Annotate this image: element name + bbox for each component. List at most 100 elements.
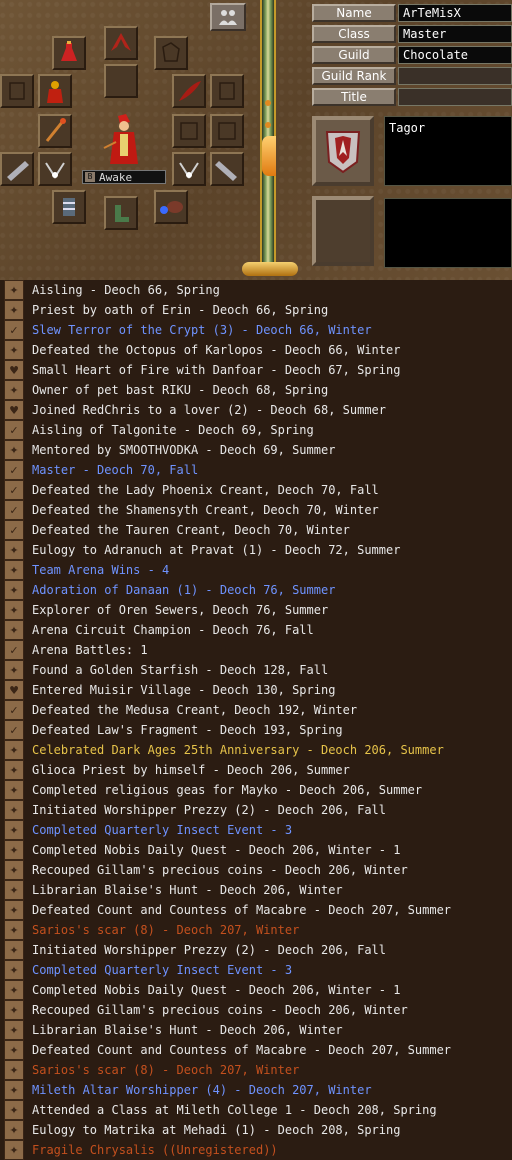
legend-row: ✦ Completed Quarterly Insect Event - 3 bbox=[0, 820, 512, 840]
title-value bbox=[398, 88, 512, 106]
legend-row: ✦ Defeated Count and Countess of Macabre … bbox=[0, 900, 512, 920]
legend-row: ✦ Completed Nobis Daily Quest - Deoch 206… bbox=[0, 840, 512, 860]
legend-text: Arena Circuit Champion - Deoch 76, Fall bbox=[32, 623, 314, 637]
scroll-mark-icon: ✦ bbox=[4, 620, 24, 640]
equip-slot-helmet[interactable] bbox=[104, 26, 138, 60]
legend-row: ✓ Arena Battles: 1 bbox=[0, 640, 512, 660]
class-emblem-frame bbox=[312, 116, 374, 186]
equip-slot-armor[interactable] bbox=[38, 74, 72, 108]
panel-scrollbar[interactable] bbox=[260, 0, 276, 262]
boots-icon bbox=[115, 205, 129, 222]
profile-note[interactable]: Tagor bbox=[384, 116, 512, 186]
necklace-icon bbox=[45, 162, 65, 179]
check-mark-icon: ✓ bbox=[4, 720, 24, 740]
name-label: Name bbox=[312, 4, 396, 22]
equip-slot-shield[interactable] bbox=[154, 190, 188, 224]
equip-slot-ring-left[interactable] bbox=[172, 114, 206, 148]
legend-text: Defeated the Tauren Creant, Deoch 70, Wi… bbox=[32, 523, 350, 537]
legend-text: Joined RedChris to a lover (2) - Deoch 6… bbox=[32, 403, 387, 417]
scroll-mark-icon: ✦ bbox=[4, 660, 24, 680]
legend-mark-glyph: ✦ bbox=[9, 283, 19, 297]
status-field[interactable]: B Awake bbox=[82, 170, 166, 184]
equip-slot-belt[interactable] bbox=[172, 152, 206, 186]
legend-text: Celebrated Dark Ages 25th Anniversary - … bbox=[32, 743, 444, 757]
scroll-mark-icon: ✦ bbox=[4, 920, 24, 940]
equip-slot-bracer-left[interactable] bbox=[0, 152, 34, 186]
legend-mark-glyph: ✓ bbox=[9, 423, 19, 437]
legend-text: Defeated the Octopus of Karlopos - Deoch… bbox=[32, 343, 401, 357]
legend-text: Defeated the Shamensyth Creant, Deoch 70… bbox=[32, 503, 379, 517]
legend-text: Entered Muisir Village - Deoch 130, Spri… bbox=[32, 683, 336, 697]
legend-mark-glyph: ✦ bbox=[9, 1123, 19, 1137]
guild-label: Guild bbox=[312, 46, 396, 64]
equip-slot-ring-right[interactable] bbox=[210, 114, 244, 148]
equip-slot-necklace[interactable] bbox=[38, 152, 72, 186]
equip-slot-bracer-right[interactable] bbox=[210, 152, 244, 186]
legend-row: ✦ Sarios's scar (8) - Deoch 207, Winter bbox=[0, 920, 512, 940]
equip-slot-weapon-small[interactable] bbox=[52, 36, 86, 70]
legend-row: ♥ Joined RedChris to a lover (2) - Deoch … bbox=[0, 400, 512, 420]
feather-icon bbox=[179, 81, 201, 101]
legend-mark-glyph: ✦ bbox=[9, 623, 19, 637]
equip-slot-greaves[interactable] bbox=[52, 190, 86, 224]
scroll-mark-icon: ✦ bbox=[4, 800, 24, 820]
scroll-mark-icon: ✦ bbox=[4, 540, 24, 560]
legend-text: Completed Quarterly Insect Event - 3 bbox=[32, 823, 293, 837]
equip-slot-accessory[interactable] bbox=[172, 74, 206, 108]
legend-row: ✓ Defeated the Shamensyth Creant, Deoch 7… bbox=[0, 500, 512, 520]
legend-text: Initiated Worshipper Prezzy (2) - Deoch … bbox=[32, 803, 387, 817]
legend-text: Attended a Class at Mileth College 1 - D… bbox=[32, 1103, 437, 1117]
empty-gauntlet-icon bbox=[9, 82, 25, 100]
scrollbar-thumb[interactable] bbox=[262, 136, 276, 176]
equip-slot-earring[interactable] bbox=[154, 36, 188, 70]
legend-text: Completed Nobis Daily Quest - Deoch 206,… bbox=[32, 843, 401, 857]
legend-text: Sarios's scar (8) - Deoch 207, Winter bbox=[32, 1063, 300, 1077]
group-button[interactable] bbox=[210, 3, 246, 31]
legend-mark-glyph: ✦ bbox=[9, 923, 19, 937]
legend-row: ✦ Sarios's scar (8) - Deoch 207, Winter bbox=[0, 1060, 512, 1080]
legend-mark-glyph: ✓ bbox=[9, 703, 19, 717]
legend-row: ✓ Slew Terror of the Crypt (3) - Deoch 66… bbox=[0, 320, 512, 340]
legend-mark-glyph: ✦ bbox=[9, 963, 19, 977]
secondary-note[interactable] bbox=[384, 198, 512, 268]
status-text: Awake bbox=[99, 170, 133, 184]
scroll-mark-icon: ✦ bbox=[4, 760, 24, 780]
legend-text: Librarian Blaise's Hunt - Deoch 206, Win… bbox=[32, 1023, 343, 1037]
legend-text: Mentored by SMOOTHVODKA - Deoch 69, Summ… bbox=[32, 443, 336, 457]
legend-mark-glyph: ✦ bbox=[9, 903, 19, 917]
equip-slot-gauntlet-right[interactable] bbox=[210, 74, 244, 108]
scroll-mark-icon: ✦ bbox=[4, 740, 24, 760]
scroll-mark-icon: ✦ bbox=[4, 1100, 24, 1120]
legend-row: ✓ Defeated the Medusa Creant, Deoch 192, … bbox=[0, 700, 512, 720]
status-level-badge: B bbox=[85, 172, 95, 182]
shield-icon bbox=[160, 201, 183, 214]
check-mark-icon: ✓ bbox=[4, 700, 24, 720]
legend-mark-glyph: ✦ bbox=[9, 743, 19, 757]
legend-mark-glyph: ✦ bbox=[9, 883, 19, 897]
legend-row: ✦ Initiated Worshipper Prezzy (2) - Deoch… bbox=[0, 800, 512, 820]
equip-slot-boots[interactable] bbox=[104, 196, 138, 230]
legend-row: ✦ Defeated Count and Countess of Macabre … bbox=[0, 1040, 512, 1060]
empty-ring-icon bbox=[218, 122, 236, 140]
legend-mark-glyph: ✓ bbox=[9, 463, 19, 477]
legend-text: Defeated Law's Fragment - Deoch 193, Spr… bbox=[32, 723, 343, 737]
legend-mark-glyph: ✦ bbox=[9, 1043, 19, 1057]
legend-mark-glyph: ✦ bbox=[9, 443, 19, 457]
scroll-mark-icon: ✦ bbox=[4, 600, 24, 620]
people-icon bbox=[219, 10, 237, 25]
legend-mark-glyph: ✓ bbox=[9, 523, 19, 537]
legend-text: Explorer of Oren Sewers, Deoch 76, Summe… bbox=[32, 603, 329, 617]
legend-row: ✦ Completed Quarterly Insect Event - 3 bbox=[0, 960, 512, 980]
belt-icon bbox=[179, 162, 199, 179]
legend-text: Team Arena Wins - 4 bbox=[32, 563, 170, 577]
equip-slot-overcoat[interactable] bbox=[104, 64, 138, 98]
equip-slot-staff[interactable] bbox=[38, 114, 72, 148]
legend-row: ✦ Adoration of Danaan (1) - Deoch 76, Sum… bbox=[0, 580, 512, 600]
scroll-mark-icon: ✦ bbox=[4, 780, 24, 800]
legend-mark-glyph: ✦ bbox=[9, 383, 19, 397]
legend-row: ✦ Celebrated Dark Ages 25th Anniversary -… bbox=[0, 740, 512, 760]
legend-mark-glyph: ✓ bbox=[9, 643, 19, 657]
legend-row: ✓ Master - Deoch 70, Fall bbox=[0, 460, 512, 480]
equip-slot-gauntlet-left[interactable] bbox=[0, 74, 34, 108]
legend-text: Slew Terror of the Crypt (3) - Deoch 66,… bbox=[32, 323, 372, 337]
